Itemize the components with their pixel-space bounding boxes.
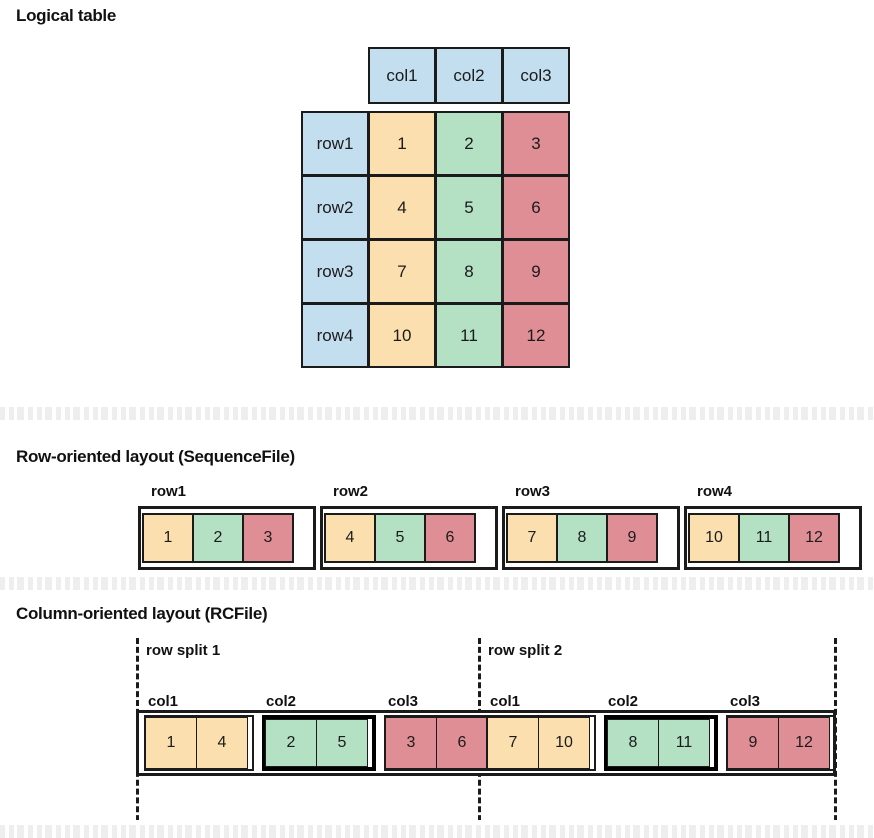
col-block-label: col2 [266, 693, 297, 710]
table-cell-r3c3: 9 [502, 239, 570, 304]
logical-table-heading: Logical table [16, 6, 117, 25]
table-cell-r1c3: 3 [502, 111, 570, 176]
table-cell-r1c1: 1 [368, 111, 436, 176]
table-cell-r1c2: 2 [435, 111, 503, 176]
table-cell-r3c2: 8 [435, 239, 503, 304]
row-value-cell: 9 [606, 513, 658, 563]
col-block-label: col2 [608, 693, 639, 710]
row-value-cell: 2 [192, 513, 244, 563]
corner-spacer [301, 47, 369, 112]
col-value-cell: 11 [658, 719, 710, 767]
col-block-label: col1 [490, 693, 521, 710]
row-block-label: row4 [697, 483, 733, 500]
col-block-label: col1 [148, 693, 179, 710]
col-value-cell: 12 [778, 717, 830, 769]
row-block-row2: row2 4 5 6 [320, 483, 498, 570]
col-block-label: col3 [730, 693, 761, 710]
row-block-label: row1 [151, 483, 187, 500]
row-value-cell: 12 [788, 513, 840, 563]
row-split-1-label: row split 1 [146, 642, 221, 659]
col-block-split1-col3: col3 3 6 [384, 693, 494, 771]
col-block-split2-col3: col3 9 12 [726, 693, 836, 771]
row-value-cell: 6 [424, 513, 476, 563]
table-cell-r4c3: 12 [502, 303, 570, 368]
table-row: row2 4 5 6 [301, 175, 570, 240]
row-value-cell: 1 [142, 513, 194, 563]
col-value-cell: 3 [385, 717, 437, 769]
table-cell-r2c2: 5 [435, 175, 503, 240]
row-block-row4: row4 10 11 12 [684, 483, 862, 570]
row-value-cell: 8 [556, 513, 608, 563]
col-value-cell: 5 [316, 719, 368, 767]
data-stream-band [0, 820, 874, 838]
col-value-cell: 2 [265, 719, 317, 767]
table-cell-r2c1: 4 [368, 175, 436, 240]
row-value-cell: 7 [506, 513, 558, 563]
col-value-cell: 9 [727, 717, 779, 769]
column-header-col2: col2 [435, 47, 503, 104]
col-block-label: col3 [388, 693, 419, 710]
row-header-row4: row4 [301, 303, 369, 368]
table-row: row1 1 2 3 [301, 111, 570, 176]
col-value-cell: 7 [487, 717, 539, 769]
logical-table: col1 col2 col3 row1 1 2 3 row2 4 5 6 row… [301, 47, 594, 385]
column-header-col3: col3 [502, 47, 570, 104]
col-block-split1-col2: col2 2 5 [262, 693, 376, 771]
row-header-row2: row2 [301, 175, 369, 240]
row-value-cell: 5 [374, 513, 426, 563]
col-value-cell: 10 [538, 717, 590, 769]
data-stream-band [0, 402, 874, 420]
row-block-row1: row1 1 2 3 [138, 483, 316, 570]
col-value-cell: 6 [436, 717, 488, 769]
table-row: row3 7 8 9 [301, 239, 570, 304]
table-header-row: col1 col2 col3 [301, 47, 570, 112]
table-row: row4 10 11 12 [301, 303, 570, 368]
row-value-cell: 4 [324, 513, 376, 563]
col-block-split2-col2: col2 8 11 [604, 693, 718, 771]
col-value-cell: 4 [196, 717, 248, 769]
column-layout-heading: Column-oriented layout (RCFile) [16, 604, 268, 623]
row-split-2-label: row split 2 [488, 642, 563, 659]
table-cell-r4c2: 11 [435, 303, 503, 368]
column-header-col1: col1 [368, 47, 436, 104]
table-cell-r2c3: 6 [502, 175, 570, 240]
table-cell-r3c1: 7 [368, 239, 436, 304]
col-value-cell: 8 [607, 719, 659, 767]
row-value-cell: 3 [242, 513, 294, 563]
col-value-cell: 1 [145, 717, 197, 769]
table-cell-r4c1: 10 [368, 303, 436, 368]
col-block-split1-col1: col1 1 4 [144, 693, 254, 771]
row-header-row3: row3 [301, 239, 369, 304]
row-block-label: row2 [333, 483, 369, 500]
row-value-cell: 10 [688, 513, 740, 563]
row-layout-heading: Row-oriented layout (SequenceFile) [16, 447, 295, 466]
col-block-split2-col1: col1 7 10 [486, 693, 596, 771]
data-stream-band [0, 572, 874, 590]
row-block-row3: row3 7 8 9 [502, 483, 680, 570]
row-header-row1: row1 [301, 111, 369, 176]
row-block-label: row3 [515, 483, 551, 500]
row-value-cell: 11 [738, 513, 790, 563]
